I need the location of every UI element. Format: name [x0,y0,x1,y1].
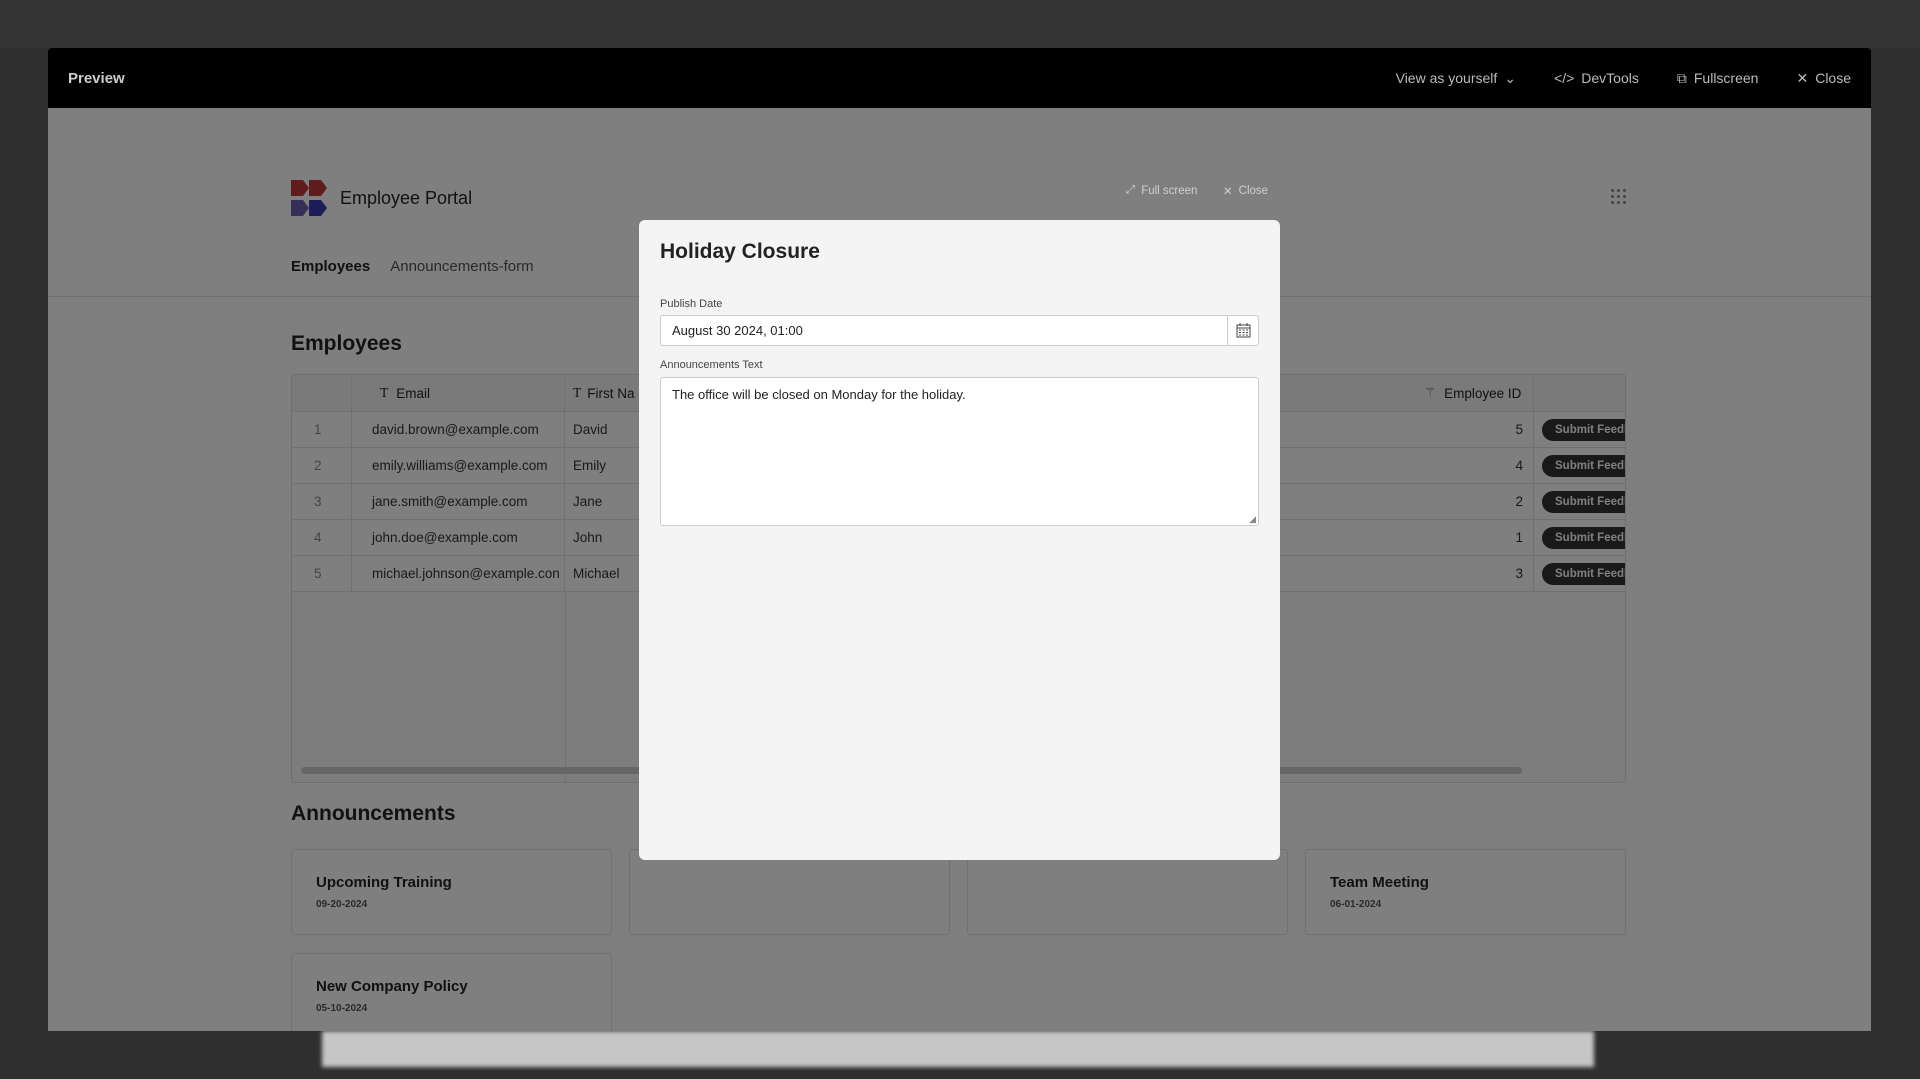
close-label: Close [1815,70,1851,86]
devtools-button[interactable]: </> DevTools [1554,70,1639,86]
preview-window: Preview View as yourself ⌄ </> DevTools ⧉ F… [48,48,1871,1031]
fullscreen-label: Full screen [1141,184,1198,197]
view-as-dropdown[interactable]: View as yourself ⌄ [1396,70,1516,87]
modal-title: Holiday Closure [660,240,820,263]
modal-close-button[interactable]: ✕ Close [1223,184,1268,198]
publish-date-input[interactable]: August 30 2024, 01:00 [660,315,1259,346]
publish-date-label: Publish Date [660,298,723,310]
devtools-label: DevTools [1581,70,1639,86]
chevron-down-icon: ⌄ [1504,69,1517,86]
preview-bar: Preview View as yourself ⌄ </> DevTools ⧉ F… [48,48,1871,108]
fullscreen-label: Fullscreen [1693,70,1759,86]
publish-date-value: August 30 2024, 01:00 [672,323,803,338]
view-as-label: View as yourself [1395,70,1498,86]
background-toolbar [0,0,1920,48]
calendar-icon[interactable] [1227,316,1258,345]
modal-fullscreen-button[interactable]: ⤢ Full screen [1126,184,1197,197]
close-icon: ✕ [1223,186,1233,198]
announcement-text-label: Announcements Text [660,359,763,371]
external-link-icon: ⧉ [1676,69,1687,86]
resize-handle-icon[interactable]: ◢ [1249,514,1256,525]
background-strip [322,1031,1594,1067]
announcement-modal: Holiday Closure Publish Date August 30 2… [639,220,1280,860]
close-icon: ✕ [1796,69,1809,86]
announcement-text-area[interactable]: The office will be closed on Monday for … [660,377,1259,526]
code-icon: </> [1554,70,1575,86]
announcement-text-value: The office will be closed on Monday for … [672,387,966,402]
close-button[interactable]: ✕ Close [1796,70,1851,87]
preview-title: Preview [68,69,125,87]
close-label: Close [1238,185,1269,197]
fullscreen-button[interactable]: ⧉ Fullscreen [1677,70,1759,87]
fullscreen-icon: ⤢ [1126,184,1136,196]
